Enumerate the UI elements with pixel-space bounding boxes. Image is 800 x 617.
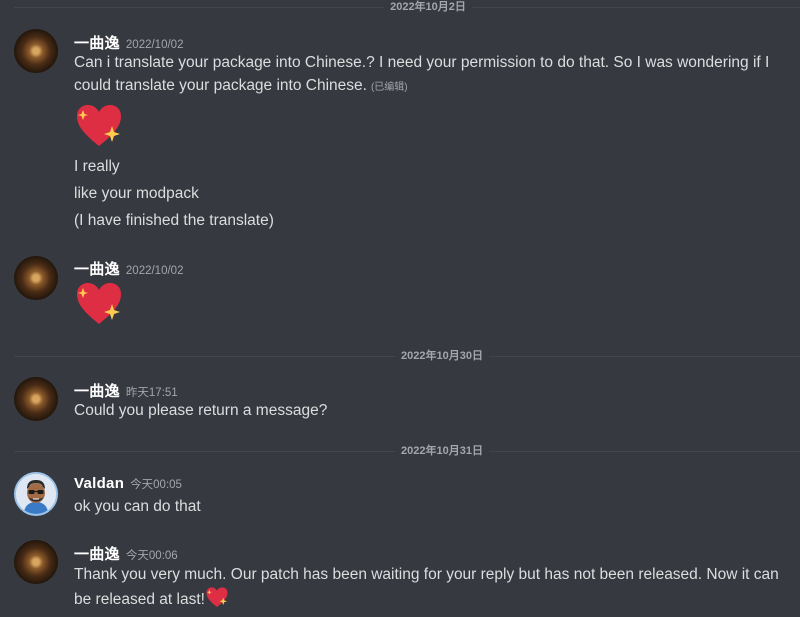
sparkling-heart-icon [205, 586, 229, 615]
message-text: be released at last! [74, 586, 782, 615]
edited-label: (已编辑) [370, 82, 408, 93]
message-header: 一曲逸 今天00:06 [74, 543, 178, 564]
message-text: (I have finished the translate) [74, 209, 782, 232]
message-line: be released at last! [74, 591, 205, 608]
timestamp: 2022/10/02 [125, 265, 184, 277]
message-line: could translate your package into Chines… [74, 77, 367, 94]
message-text: I really [74, 155, 782, 178]
message-line: like your modpack [74, 185, 199, 202]
message-line: ok you can do that [74, 498, 201, 515]
avatar-face-icon [16, 474, 56, 514]
message-text: Thank you very much. Our patch has been … [74, 563, 782, 586]
avatar[interactable] [14, 256, 58, 300]
date-divider-label: 2022年10月2日 [384, 0, 472, 15]
date-divider-label: 2022年10月30日 [395, 348, 489, 364]
date-divider: 2022年10月31日 [14, 443, 800, 459]
avatar[interactable] [14, 540, 58, 584]
message-line: Could you please return a message? [74, 402, 328, 419]
message-header: 一曲逸 2022/10/02 [74, 32, 183, 53]
timestamp: 今天00:06 [125, 550, 178, 562]
message-line: Can i translate your package into Chines… [74, 54, 770, 71]
avatar[interactable] [14, 377, 58, 421]
message-line: Thank you very much. Our patch has been … [74, 566, 779, 583]
date-divider: 2022年10月30日 [14, 348, 800, 364]
timestamp: 2022/10/02 [125, 39, 184, 51]
message-header: 一曲逸 昨天17:51 [74, 380, 178, 401]
date-divider: 2022年10月2日 [14, 0, 800, 15]
message-text: like your modpack [74, 182, 782, 205]
username[interactable]: 一曲逸 [74, 383, 120, 400]
username[interactable]: 一曲逸 [74, 546, 120, 563]
sparkling-heart-icon [74, 102, 124, 153]
username[interactable]: 一曲逸 [74, 261, 120, 278]
message-header: Valdan 今天00:05 [74, 475, 182, 493]
message-header: 一曲逸 2022/10/02 [74, 258, 183, 279]
message-text: ok you can do that [74, 495, 782, 518]
date-divider-label: 2022年10月31日 [395, 443, 489, 459]
timestamp: 昨天17:51 [125, 387, 178, 399]
message-line: I really [74, 158, 120, 175]
message-text: Could you please return a message? [74, 399, 782, 422]
timestamp: 今天00:05 [130, 479, 182, 491]
avatar[interactable] [14, 472, 58, 516]
username[interactable]: Valdan [74, 475, 124, 492]
sparkling-heart-icon [74, 280, 124, 331]
username[interactable]: 一曲逸 [74, 35, 120, 52]
avatar[interactable] [14, 29, 58, 73]
message-text: could translate your package into Chines… [74, 74, 782, 99]
message-line: (I have finished the translate) [74, 212, 274, 229]
message-text: Can i translate your package into Chines… [74, 51, 782, 74]
